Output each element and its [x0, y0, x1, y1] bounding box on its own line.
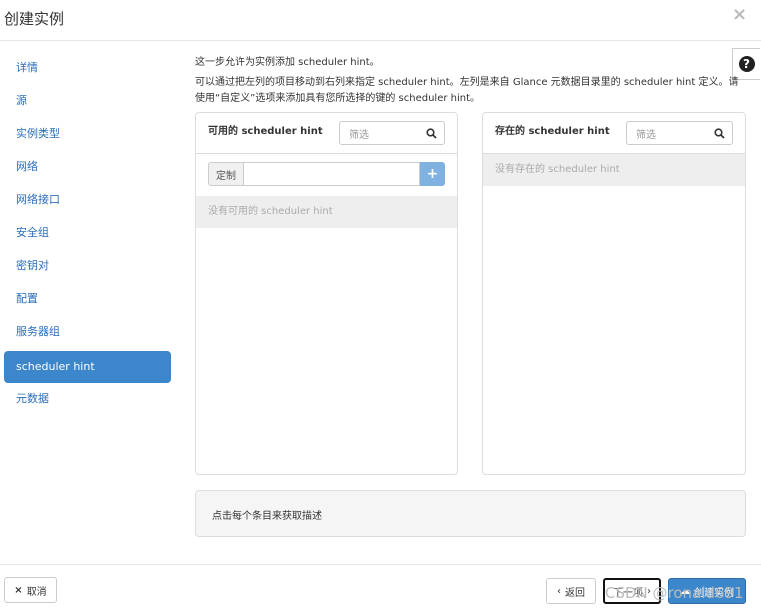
step-instructions: 可以通过把左列的项目移动到右列来指定 scheduler hint。左列是来自 … — [195, 77, 739, 104]
existing-panel-title: 存在的 scheduler hint — [495, 126, 610, 137]
cancel-label: 取消 — [26, 586, 47, 598]
nav-item-key-pair[interactable]: 密钥对 — [4, 250, 171, 282]
add-custom-hint-button[interactable]: + — [420, 162, 445, 186]
custom-hint-input[interactable] — [244, 162, 420, 186]
item-description-text: 点击每个条目来获取描述 — [212, 511, 322, 522]
nav-item-details[interactable]: 详情 — [4, 52, 171, 84]
close-icon: × — [14, 584, 23, 596]
search-icon — [714, 127, 725, 139]
nav-item-scheduler-hint[interactable]: scheduler hint — [4, 351, 171, 383]
nav-item-configuration[interactable]: 配置 — [4, 283, 171, 315]
nav-item-source[interactable]: 源 — [4, 85, 171, 117]
available-empty-row: 没有可用的 scheduler hint — [196, 196, 457, 228]
nav-item-security-groups[interactable]: 安全组 — [4, 217, 171, 249]
existing-filter-placeholder: 筛选 — [636, 129, 656, 141]
back-button[interactable]: ‹ 返回 — [546, 578, 596, 604]
cancel-button[interactable]: × 取消 — [4, 577, 57, 603]
panel-divider — [196, 153, 457, 154]
back-label: 返回 — [565, 587, 585, 599]
nav-item-flavor[interactable]: 实例类型 — [4, 118, 171, 150]
nav-item-networks[interactable]: 网络 — [4, 151, 171, 183]
available-panel-title: 可用的 scheduler hint — [208, 126, 323, 137]
existing-filter-input[interactable]: 筛选 — [626, 121, 733, 145]
step-description: 这一步允许为实例添加 scheduler hint。 — [195, 57, 380, 68]
chevron-left-icon: ‹ — [557, 585, 561, 597]
header-divider — [0, 40, 761, 41]
footer-divider — [0, 564, 761, 565]
search-icon — [426, 127, 437, 139]
watermark: CSDN @ronald691 — [605, 584, 744, 602]
modal-title: 创建实例 — [4, 10, 65, 28]
available-filter-placeholder: 筛选 — [349, 129, 369, 141]
item-description-box: 点击每个条目来获取描述 — [195, 490, 746, 537]
nav-item-server-groups[interactable]: 服务器组 — [4, 316, 171, 348]
nav-item-metadata[interactable]: 元数据 — [4, 383, 171, 415]
existing-empty-row: 没有存在的 scheduler hint — [483, 154, 745, 186]
nav-item-network-ports[interactable]: 网络接口 — [4, 184, 171, 216]
custom-label: 定制 — [208, 162, 244, 186]
plus-icon: + — [426, 166, 439, 182]
available-filter-input[interactable]: 筛选 — [339, 121, 445, 145]
existing-hints-panel: 存在的 scheduler hint 筛选 没有存在的 scheduler hi… — [482, 112, 746, 475]
close-icon[interactable]: × — [732, 4, 747, 25]
help-icon: ? — [738, 56, 755, 72]
